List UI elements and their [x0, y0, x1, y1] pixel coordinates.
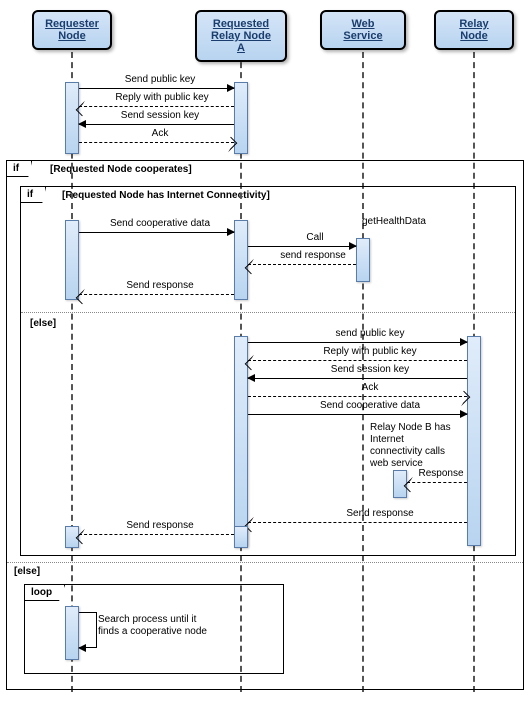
- arrow: [407, 482, 467, 483]
- msg-label: Call: [280, 232, 350, 243]
- participant-requester: Requester Node: [32, 10, 112, 50]
- loop-text: Search process until it finds a cooperat…: [98, 614, 218, 638]
- arrow: [79, 232, 234, 233]
- msg-label: Send session key: [300, 364, 440, 375]
- frame-tag: loop: [25, 585, 65, 601]
- label: Web Service: [343, 18, 382, 42]
- msg-label: Ack: [300, 382, 440, 393]
- arrow: [79, 534, 234, 535]
- activation: [234, 526, 248, 548]
- arrow: [248, 522, 467, 523]
- arrow: [79, 142, 234, 143]
- arrow: [79, 124, 234, 125]
- label: Relay Node: [459, 18, 488, 42]
- msg-label: Reply with public key: [92, 92, 232, 103]
- arrow: [248, 264, 356, 265]
- arrow: [248, 414, 467, 415]
- msg-label: Send cooperative data: [90, 218, 230, 229]
- msg-label: Send cooperative data: [300, 400, 440, 411]
- separator: [7, 562, 523, 563]
- participant-relay-b: Relay Node: [434, 10, 514, 50]
- participant-relay-a: Requested Relay Node A: [195, 10, 287, 62]
- arrow: [79, 106, 234, 107]
- frame-inner-if: if: [20, 186, 516, 556]
- label: Requested Relay Node A: [211, 18, 271, 54]
- activation: [234, 336, 248, 546]
- msg-label: Response: [414, 468, 468, 479]
- self-arrow: [79, 612, 97, 648]
- arrow: [248, 396, 467, 397]
- activation: [65, 82, 79, 154]
- msg-label: Ack: [100, 128, 220, 139]
- activation: [65, 220, 79, 300]
- arrow: [248, 342, 467, 343]
- msg-label: Send session key: [100, 110, 220, 121]
- note-text: Relay Node B has Internet connectivity c…: [370, 422, 451, 469]
- arrow: [79, 294, 234, 295]
- msg-label: Send public key: [100, 74, 220, 85]
- note: Relay Node B has Internet connectivity c…: [370, 422, 470, 470]
- msg-label: getHealthData: [362, 216, 426, 227]
- msg-label: Send response: [320, 508, 440, 519]
- arrow: [248, 378, 467, 379]
- arrow: [248, 360, 467, 361]
- arrow: [248, 246, 356, 247]
- msg-label: Send response: [100, 520, 220, 531]
- msg-label: send response: [268, 250, 358, 261]
- activation: [234, 220, 248, 300]
- msg-label: Send response: [100, 280, 220, 291]
- frame-tag: if: [7, 161, 32, 177]
- msg-label: send public key: [300, 328, 440, 339]
- frame-tag: if: [21, 187, 46, 203]
- activation: [65, 606, 79, 660]
- activation: [356, 238, 370, 282]
- arrow: [79, 88, 234, 89]
- label: Requester Node: [45, 18, 99, 42]
- participant-web: Web Service: [320, 10, 406, 50]
- msg-label: Reply with public key: [300, 346, 440, 357]
- separator: [21, 312, 515, 313]
